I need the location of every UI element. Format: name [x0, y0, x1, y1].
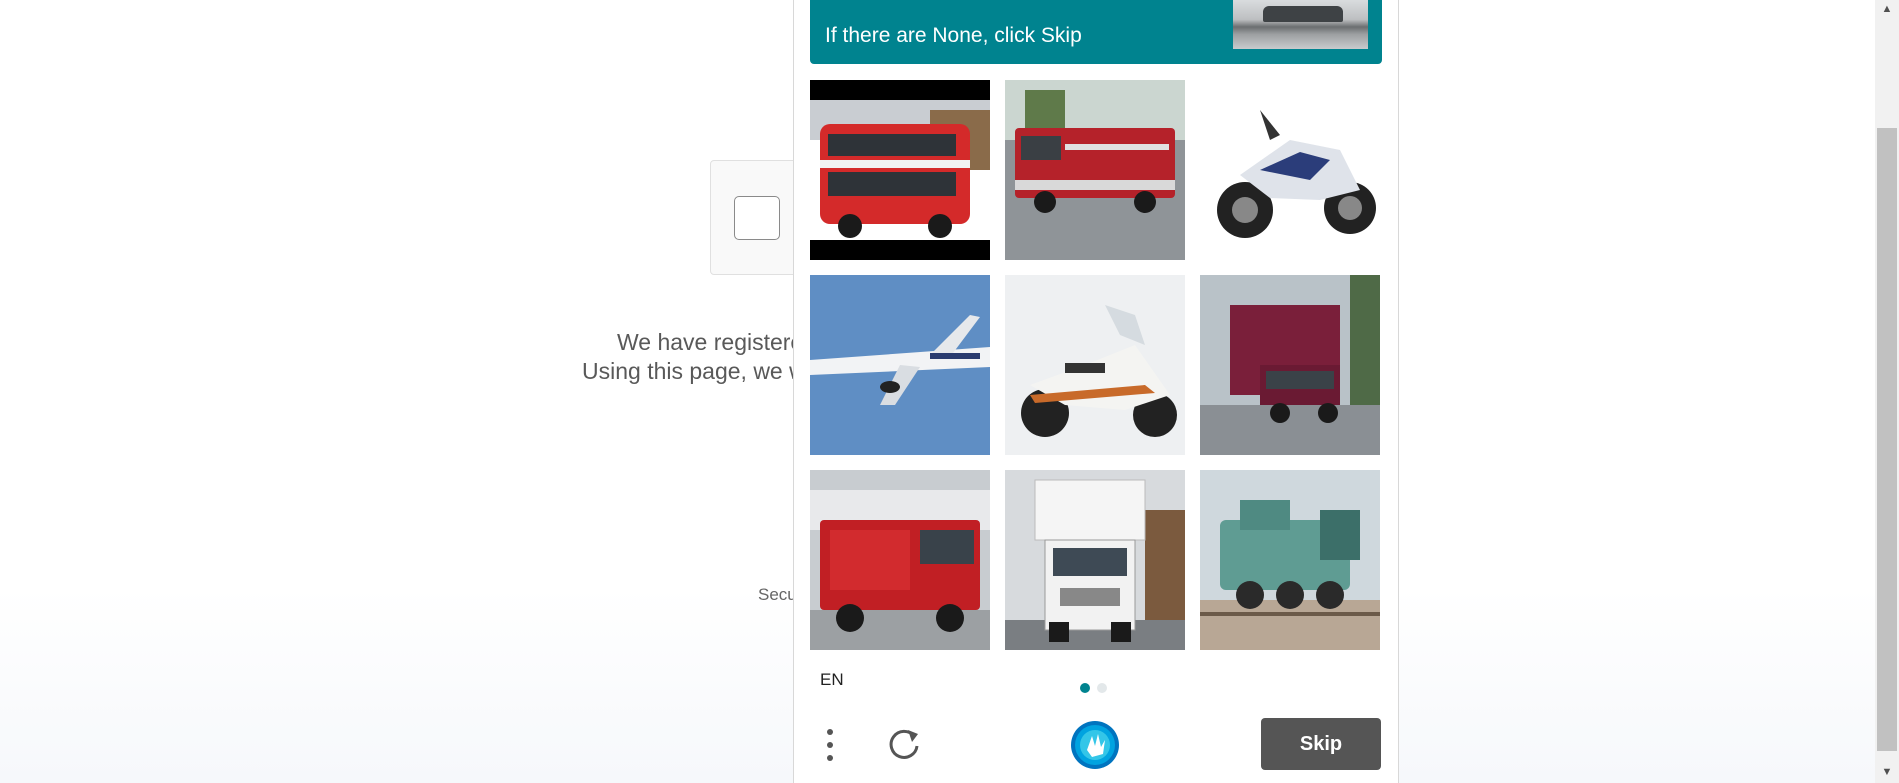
page-dot: [1097, 683, 1108, 693]
challenge-tile-fire-truck-2[interactable]: [810, 470, 990, 650]
challenge-tile-fire-truck[interactable]: [1005, 80, 1185, 260]
challenge-tile-airplane[interactable]: [810, 275, 990, 455]
scrollbar-thumb[interactable]: [1877, 128, 1897, 751]
refresh-icon[interactable]: [884, 724, 924, 764]
scroll-up-arrow-icon[interactable]: ▲: [1877, 0, 1897, 18]
challenge-prompt-text: If there are None, click Skip: [825, 24, 1082, 47]
challenge-tile-motorcycle[interactable]: [1200, 80, 1380, 260]
hcaptcha-logo-icon: [1070, 720, 1120, 770]
challenge-tile-locomotive[interactable]: [1200, 470, 1380, 650]
scroll-down-arrow-icon[interactable]: ▼: [1877, 763, 1897, 781]
challenge-tile-truck-2[interactable]: [1005, 470, 1185, 650]
page-footer-text: Secu: [758, 585, 797, 604]
page-text-line-2: Using this page, we w: [582, 358, 806, 384]
captcha-checkbox[interactable]: [734, 196, 780, 240]
page-text-line-1: We have registere: [617, 329, 804, 355]
challenge-prompt: If there are None, click Skip: [810, 0, 1382, 64]
challenge-tile-truck[interactable]: [1200, 275, 1380, 455]
page-indicator: [1080, 680, 1110, 698]
language-selector[interactable]: EN: [820, 670, 844, 690]
page-dot-active: [1080, 683, 1090, 693]
challenge-tile-bus[interactable]: [810, 80, 990, 260]
challenge-tile-motorcycle-2[interactable]: [1005, 275, 1185, 455]
skip-button[interactable]: Skip: [1261, 718, 1381, 770]
example-image: [1233, 0, 1368, 49]
captcha-challenge: If there are None, click Skip EN Skip: [793, 0, 1399, 783]
menu-icon[interactable]: [824, 726, 836, 766]
